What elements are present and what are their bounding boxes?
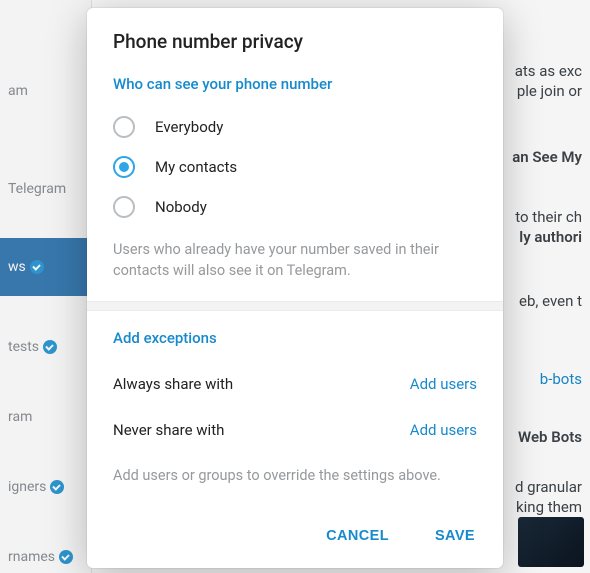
never-share-label: Never share with — [113, 421, 224, 439]
radio-label: Nobody — [155, 198, 207, 216]
cancel-button[interactable]: CANCEL — [318, 522, 397, 550]
privacy-modal: Phone number privacy Who can see your ph… — [87, 8, 503, 568]
modal-footer: CANCEL SAVE — [87, 508, 503, 568]
always-share-label: Always share with — [113, 375, 233, 393]
exceptions-hint: Add users or groups to override the sett… — [113, 465, 477, 486]
radio-icon — [113, 116, 135, 138]
radio-my-contacts[interactable]: My contacts — [113, 147, 477, 187]
always-share-row: Always share with Add users — [113, 361, 477, 407]
who-can-see-label: Who can see your phone number — [113, 75, 477, 93]
who-hint: Users who already have your number saved… — [113, 239, 477, 281]
radio-label: Everybody — [155, 118, 223, 136]
never-share-add-users[interactable]: Add users — [410, 421, 477, 439]
modal-overlay: Phone number privacy Who can see your ph… — [0, 0, 590, 573]
never-share-row: Never share with Add users — [113, 407, 477, 453]
save-button[interactable]: SAVE — [427, 522, 483, 550]
radio-icon — [113, 196, 135, 218]
radio-everybody[interactable]: Everybody — [113, 107, 477, 147]
exceptions-label: Add exceptions — [113, 329, 477, 347]
radio-nobody[interactable]: Nobody — [113, 187, 477, 227]
radio-icon — [113, 156, 135, 178]
radio-label: My contacts — [155, 158, 237, 176]
always-share-add-users[interactable]: Add users — [410, 375, 477, 393]
section-divider — [87, 301, 503, 311]
modal-title: Phone number privacy — [113, 30, 477, 53]
